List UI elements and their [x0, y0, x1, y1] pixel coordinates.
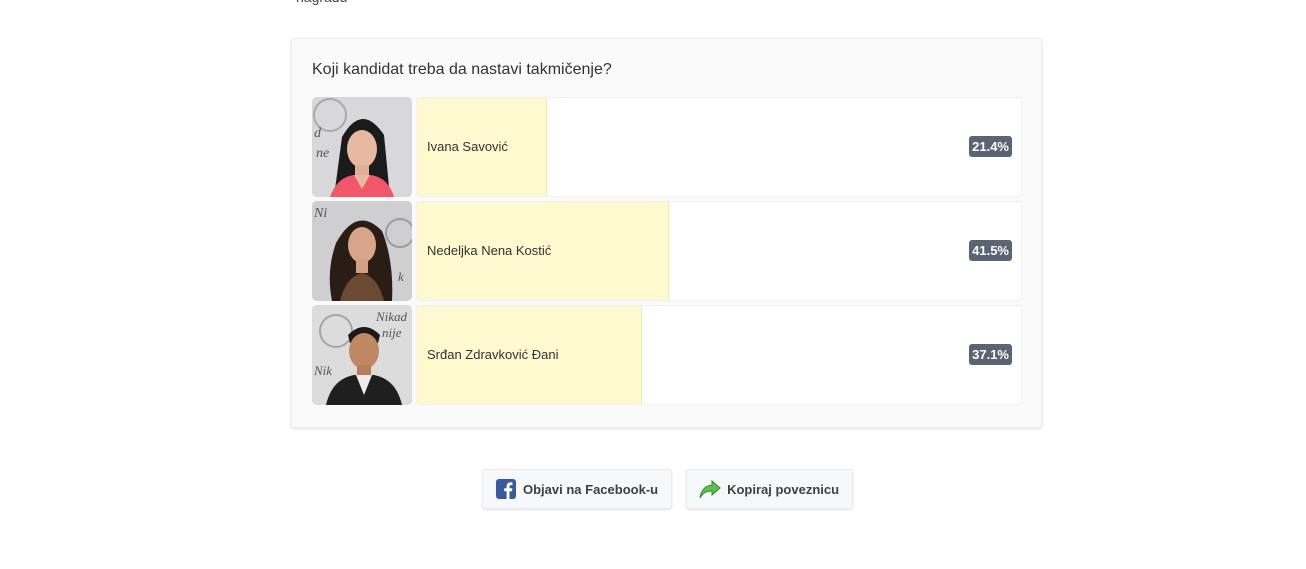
share-arrow-icon — [699, 478, 721, 500]
svg-text:Nikad: Nikad — [375, 309, 408, 324]
percent-badge: 41.5% — [969, 240, 1012, 261]
option-name: Ivana Savović — [427, 139, 508, 154]
facebook-icon — [495, 478, 517, 500]
svg-text:Ni: Ni — [313, 206, 327, 221]
svg-text:k: k — [398, 269, 404, 284]
svg-text:Nik: Nik — [313, 363, 332, 378]
page: nagradu Koji kandidat treba da nastavi t… — [0, 0, 1306, 569]
percent-badge: 21.4% — [969, 136, 1012, 157]
share-facebook-button[interactable]: Objavi na Facebook-u — [482, 469, 673, 509]
percent-badge: 37.1% — [969, 344, 1012, 365]
option-name: Srđan Zdravković Đani — [427, 347, 559, 362]
svg-text:nije: nije — [382, 325, 402, 340]
svg-text:d: d — [314, 126, 322, 141]
partial-text-top: nagradu — [296, 0, 347, 5]
share-facebook-label: Objavi na Facebook-u — [523, 481, 659, 497]
poll-option-srdjan-zdravkovic-djani[interactable]: Nikad nije Nik Srđan Zdravković Đani 37.… — [312, 305, 1022, 405]
share-actions: Objavi na Facebook-u Kopiraj poveznicu — [482, 469, 867, 509]
option-name: Nedeljka Nena Kostić — [427, 243, 552, 258]
svg-text:ne: ne — [316, 146, 329, 161]
copy-link-label: Kopiraj poveznicu — [727, 481, 840, 497]
poll-option-nedeljka-nena-kostic[interactable]: Ni k Nedeljka Nena Kostić 41.5% — [312, 201, 1022, 301]
candidate-photo: Nikad nije Nik — [312, 305, 412, 405]
result-bar: Srđan Zdravković Đani 37.1% — [416, 305, 1022, 405]
result-bar: Nedeljka Nena Kostić 41.5% — [416, 201, 1022, 301]
poll-options: d ne Ivana Savović 21.4% Ni k Nedeljka N… — [312, 97, 1022, 409]
candidate-photo: d ne — [312, 97, 412, 197]
poll-question: Koji kandidat treba da nastavi takmičenj… — [312, 61, 612, 78]
result-bar: Ivana Savović 21.4% — [416, 97, 1022, 197]
candidate-photo: Ni k — [312, 201, 412, 301]
poll-card: Koji kandidat treba da nastavi takmičenj… — [291, 38, 1042, 428]
poll-option-ivana-savovic[interactable]: d ne Ivana Savović 21.4% — [312, 97, 1022, 197]
copy-link-button[interactable]: Kopiraj poveznicu — [686, 469, 854, 509]
